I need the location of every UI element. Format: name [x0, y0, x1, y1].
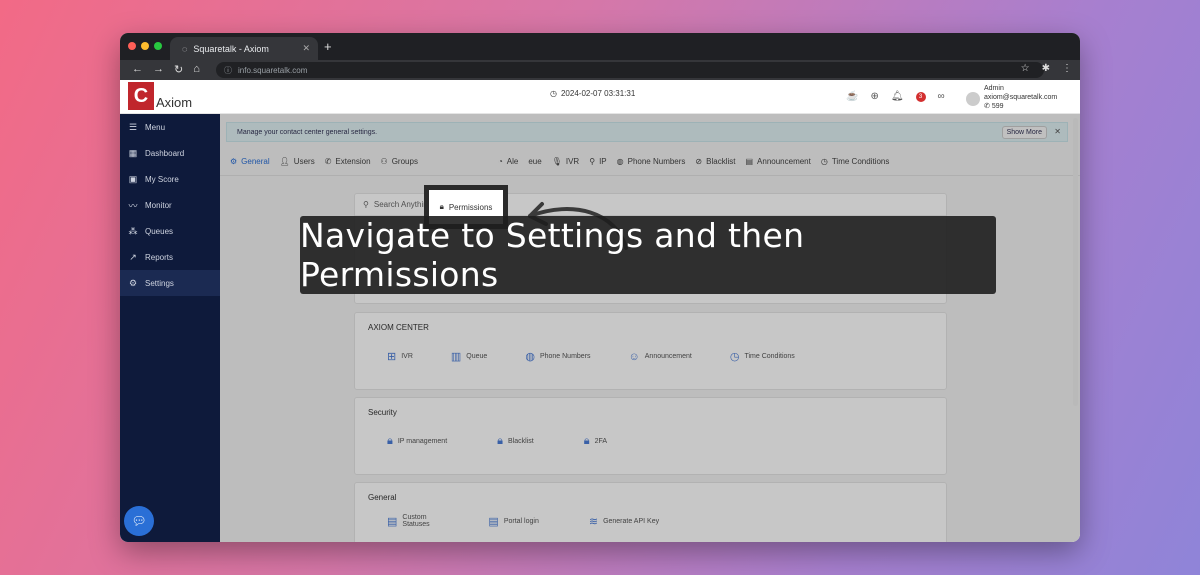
gear-icon: ⚙: [128, 277, 138, 288]
tab-label: Permissions: [448, 202, 493, 212]
user-email: axiom@squaretalk.com: [984, 94, 1058, 101]
home-icon[interactable]: ⌂: [193, 63, 200, 76]
notification-badge[interactable]: 3: [915, 91, 926, 102]
clock-icon: ◷: [550, 89, 557, 98]
instruction-caption: Navigate to Settings and then Permission…: [300, 216, 996, 294]
more-menu-icon[interactable]: ⋮: [1062, 63, 1072, 74]
dashboard-icon: ▦: [128, 147, 138, 158]
bell-icon[interactable]: 🔔︎: [891, 91, 904, 102]
sidebar-item-monitor[interactable]: 〰 Monitor: [120, 192, 220, 218]
site-info-icon[interactable]: ⓘ: [224, 65, 232, 76]
close-tab-icon[interactable]: ✕: [302, 43, 310, 54]
voicemail-icon[interactable]: ∞: [938, 91, 945, 102]
main-content: Manage your contact center general setti…: [220, 114, 1080, 542]
url-text: info.squaretalk.com: [238, 65, 308, 75]
minimize-window-button[interactable]: [141, 42, 149, 50]
queues-icon: ⁂: [128, 225, 138, 236]
browser-tab[interactable]: ◌ Squaretalk - Axiom ✕: [170, 37, 318, 60]
sidebar-item-label: Reports: [145, 252, 174, 262]
sidebar-item-label: Settings: [145, 278, 174, 288]
extensions-icon[interactable]: ✱: [1042, 63, 1050, 74]
monitor-icon: 〰: [128, 200, 138, 211]
back-icon[interactable]: ←: [132, 63, 143, 76]
sidebar-item-label: Queues: [145, 226, 174, 236]
chat-button[interactable]: 💬︎: [124, 506, 154, 536]
sidebar-item-menu[interactable]: ☰ Menu: [120, 114, 220, 140]
url-input[interactable]: ⓘ info.squaretalk.com: [216, 62, 1044, 78]
maximize-window-button[interactable]: [154, 42, 162, 50]
user-extension: 599: [991, 103, 1004, 110]
globe-icon: ◌: [182, 43, 188, 54]
phone-icon: ✆: [984, 103, 992, 110]
sidebar-item-label: Dashboard: [145, 148, 185, 158]
axiom-logo[interactable]: C Axiom: [128, 82, 192, 110]
reports-icon: ↗: [129, 251, 137, 262]
window-controls: [128, 42, 162, 50]
scrollbar[interactable]: [1073, 118, 1078, 406]
sidebar-item-label: My Score: [145, 174, 179, 184]
forward-icon[interactable]: →: [153, 63, 164, 76]
browser-titlebar: ◌ Squaretalk - Axiom ✕ +: [120, 33, 1080, 60]
sidebar-item-settings[interactable]: ⚙ Settings: [120, 270, 220, 296]
address-bar: ← → ↻ ⌂ ⓘ info.squaretalk.com ☆ ✱ ⋮: [120, 60, 1080, 80]
close-window-button[interactable]: [128, 42, 136, 50]
reload-icon[interactable]: ↻: [174, 63, 183, 76]
tab-title: Squaretalk - Axiom: [193, 43, 269, 54]
logo-mark-icon: C: [128, 82, 154, 110]
add-circle-icon[interactable]: ⊕: [870, 91, 878, 102]
datetime-text: 2024-02-07 03:31:31: [560, 89, 636, 98]
chat-icon: 💬︎: [131, 514, 147, 528]
sidebar-item-dashboard[interactable]: ▦ Dashboard: [120, 140, 220, 166]
dim-overlay: [220, 114, 1080, 542]
header-actions: ☕ ⊕ 🔔︎ 3 ∞: [846, 91, 945, 102]
bookmark-star-icon[interactable]: ☆: [1021, 63, 1030, 74]
coffee-break-icon[interactable]: ☕: [846, 91, 858, 102]
new-tab-button[interactable]: +: [324, 39, 332, 54]
logo-text: Axiom: [156, 95, 193, 110]
app-viewport: C Axiom ◷ 2024-02-07 03:31:31 ☕ ⊕ 🔔︎ 3 ∞…: [120, 80, 1080, 542]
user-menu[interactable]: Admin axiom@squaretalk.com ✆ 599: [966, 84, 1057, 111]
app-header: C Axiom ◷ 2024-02-07 03:31:31 ☕ ⊕ 🔔︎ 3 ∞…: [120, 80, 1080, 114]
sidebar-item-label: Monitor: [145, 200, 172, 210]
user-name: Admin: [984, 85, 1004, 92]
datetime-display: ◷ 2024-02-07 03:31:31: [550, 89, 635, 98]
menu-icon: ☰: [128, 121, 138, 132]
avatar: [966, 92, 980, 106]
sidebar-item-label: Menu: [145, 122, 166, 132]
score-icon: ▣: [128, 173, 138, 184]
sidebar-item-reports[interactable]: ↗ Reports: [120, 244, 220, 270]
sidebar-item-queues[interactable]: ⁂ Queues: [120, 218, 220, 244]
sidebar: ☰ Menu ▦ Dashboard ▣ My Score 〰 Monitor ⁂ Que…: [120, 114, 220, 542]
sidebar-item-my-score[interactable]: ▣ My Score: [120, 166, 220, 192]
lock-icon: 🔒︎: [439, 202, 444, 211]
